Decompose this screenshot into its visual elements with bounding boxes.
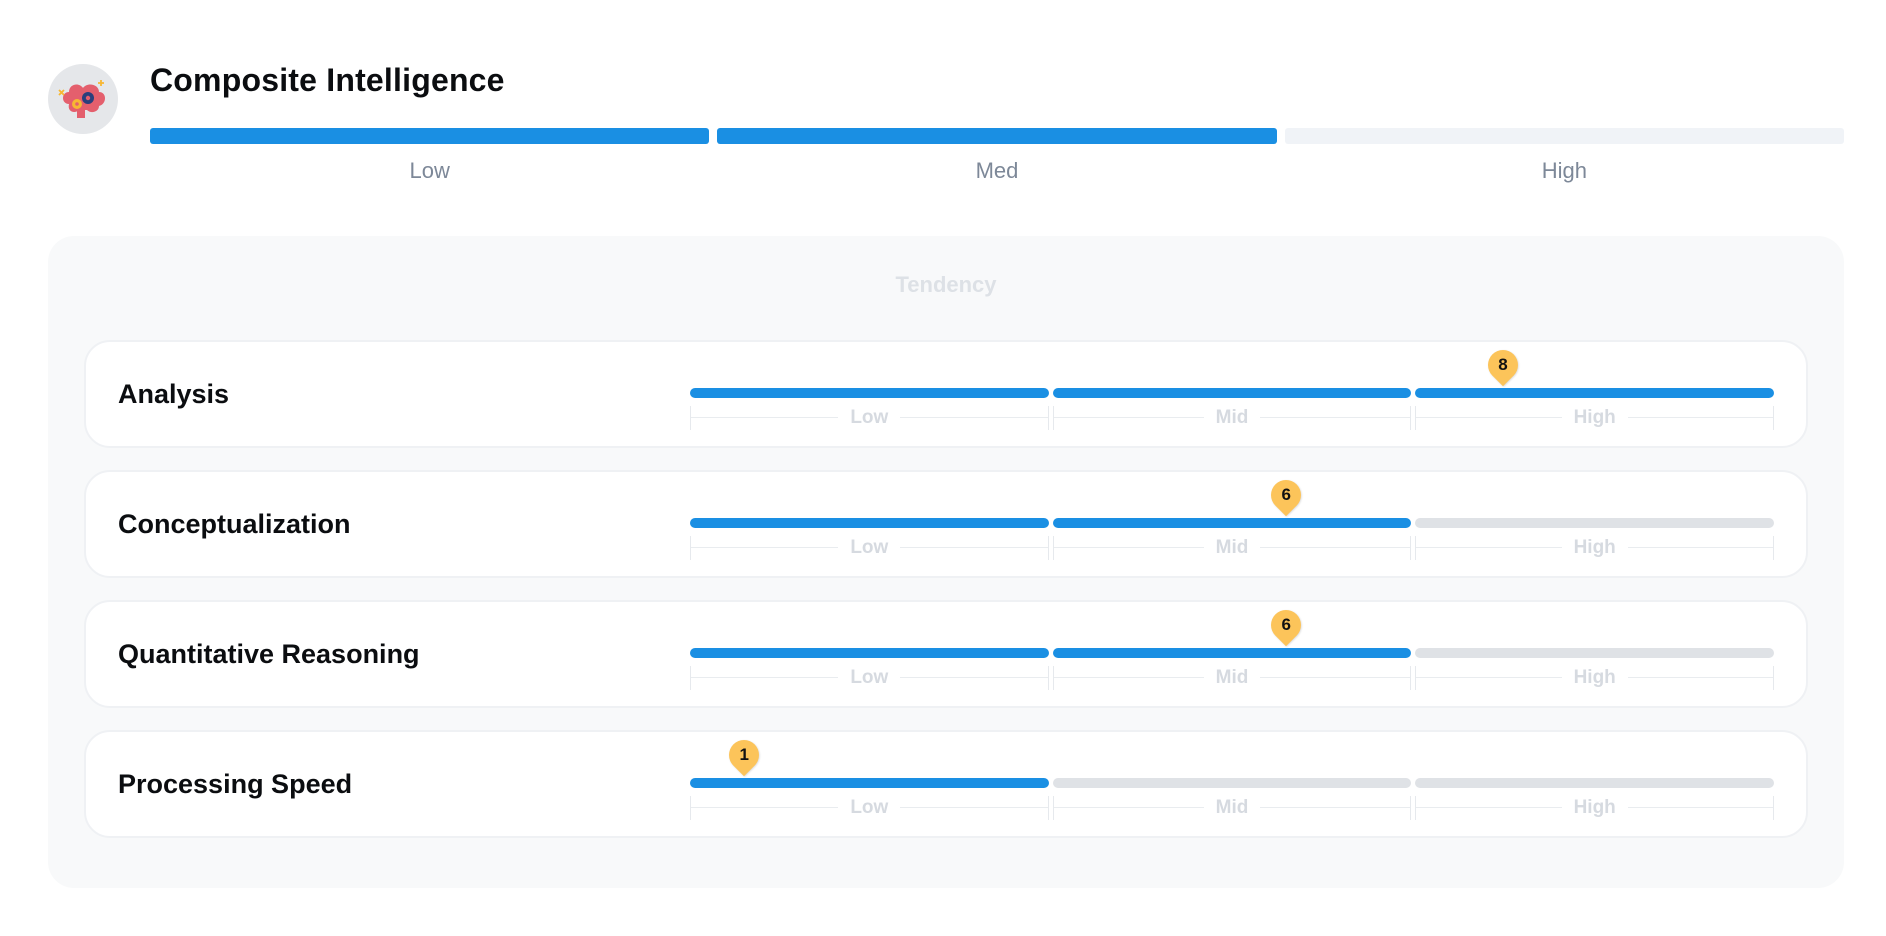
scale-label-low: Low bbox=[838, 407, 901, 429]
score-value: 8 bbox=[1498, 355, 1508, 374]
scale-segment-mid bbox=[1052, 648, 1412, 658]
scale-label-low: Low bbox=[838, 667, 901, 689]
scale-label-mid: Mid bbox=[1203, 537, 1261, 559]
panel-title: Tendency bbox=[895, 272, 997, 297]
trait-row-quantitative-reasoning: Quantitative Reasoning Low Mid High 6 bbox=[84, 600, 1808, 708]
scale-segment-high bbox=[1415, 778, 1775, 788]
composite-label-med: Med bbox=[975, 158, 1019, 183]
scale-track bbox=[690, 388, 1775, 398]
composite-level-bar bbox=[150, 128, 1844, 144]
scale-track bbox=[690, 518, 1775, 528]
composite-segment-med bbox=[717, 128, 1277, 144]
trait-scale: Low Mid High 1 bbox=[690, 733, 1775, 828]
scale-segment-low bbox=[690, 388, 1049, 398]
brain-gears-icon bbox=[48, 64, 118, 134]
trait-scale: Low Mid High 6 bbox=[690, 473, 1775, 568]
scale-label-low: Low bbox=[838, 797, 901, 819]
scale-tick-group: Mid bbox=[1052, 536, 1412, 560]
trait-row-conceptualization: Conceptualization Low Mid High 6 bbox=[84, 470, 1808, 578]
scale-label-high: High bbox=[1561, 797, 1628, 819]
trait-scale: Low Mid High 8 bbox=[690, 343, 1775, 438]
scale-tick-group: Low bbox=[690, 536, 1049, 560]
scale-ticks: Low Mid High bbox=[690, 666, 1775, 690]
trait-label: Processing Speed bbox=[118, 769, 353, 799]
composite-segment-high bbox=[1284, 128, 1844, 144]
scale-segment-high bbox=[1415, 648, 1775, 658]
composite-label-low: Low bbox=[409, 158, 450, 183]
tendency-panel: Tendency Analysis Low Mid High 8 Conceptualiz… bbox=[48, 236, 1844, 888]
scale-label-mid: Mid bbox=[1203, 667, 1261, 689]
scale-label-mid: Mid bbox=[1203, 407, 1261, 429]
score-value: 1 bbox=[739, 745, 749, 764]
scale-tick-group: Low bbox=[690, 406, 1049, 430]
scale-tick-group: High bbox=[1415, 536, 1775, 560]
trait-row-analysis: Analysis Low Mid High 8 bbox=[84, 340, 1808, 448]
trait-label: Quantitative Reasoning bbox=[118, 639, 420, 669]
scale-ticks: Low Mid High bbox=[690, 406, 1775, 430]
scale-tick-group: High bbox=[1415, 666, 1775, 690]
scale-label-high: High bbox=[1561, 667, 1628, 689]
page-title: Composite Intelligence bbox=[150, 62, 505, 98]
composite-level-labels: Low Med High bbox=[150, 158, 1844, 184]
scale-track bbox=[690, 778, 1775, 788]
trait-label: Conceptualization bbox=[118, 509, 351, 539]
scale-tick-group: Mid bbox=[1052, 406, 1412, 430]
composite-label-high: High bbox=[1541, 158, 1587, 183]
scale-ticks: Low Mid High bbox=[690, 796, 1775, 820]
scale-label-low: Low bbox=[838, 537, 901, 559]
scale-tick-group: Low bbox=[690, 666, 1049, 690]
scale-label-high: High bbox=[1561, 537, 1628, 559]
trait-scale: Low Mid High 6 bbox=[690, 603, 1775, 698]
scale-track bbox=[690, 648, 1775, 658]
score-value: 6 bbox=[1281, 615, 1291, 634]
scale-segment-high bbox=[1415, 518, 1775, 528]
scale-segment-high bbox=[1415, 388, 1775, 398]
scale-label-high: High bbox=[1561, 407, 1628, 429]
scale-segment-mid bbox=[1052, 388, 1412, 398]
scale-tick-group: High bbox=[1415, 796, 1775, 820]
scale-segment-mid bbox=[1052, 518, 1412, 528]
scale-tick-group: High bbox=[1415, 406, 1775, 430]
composite-segment-low bbox=[150, 128, 710, 144]
scale-segment-low bbox=[690, 518, 1049, 528]
scale-segment-low bbox=[690, 648, 1049, 658]
composite-header: Composite Intelligence Low Med High bbox=[48, 62, 1844, 192]
scale-label-mid: Mid bbox=[1203, 797, 1261, 819]
trait-label: Analysis bbox=[118, 379, 230, 409]
score-value: 6 bbox=[1281, 485, 1291, 504]
scale-tick-group: Low bbox=[690, 796, 1049, 820]
scale-tick-group: Mid bbox=[1052, 796, 1412, 820]
scale-segment-mid bbox=[1052, 778, 1412, 788]
scale-tick-group: Mid bbox=[1052, 666, 1412, 690]
scale-ticks: Low Mid High bbox=[690, 536, 1775, 560]
scale-segment-low bbox=[690, 778, 1049, 788]
trait-list: Analysis Low Mid High 8 Conceptualization Low M… bbox=[84, 340, 1808, 860]
trait-row-processing-speed: Processing Speed Low Mid High 1 bbox=[84, 730, 1808, 838]
